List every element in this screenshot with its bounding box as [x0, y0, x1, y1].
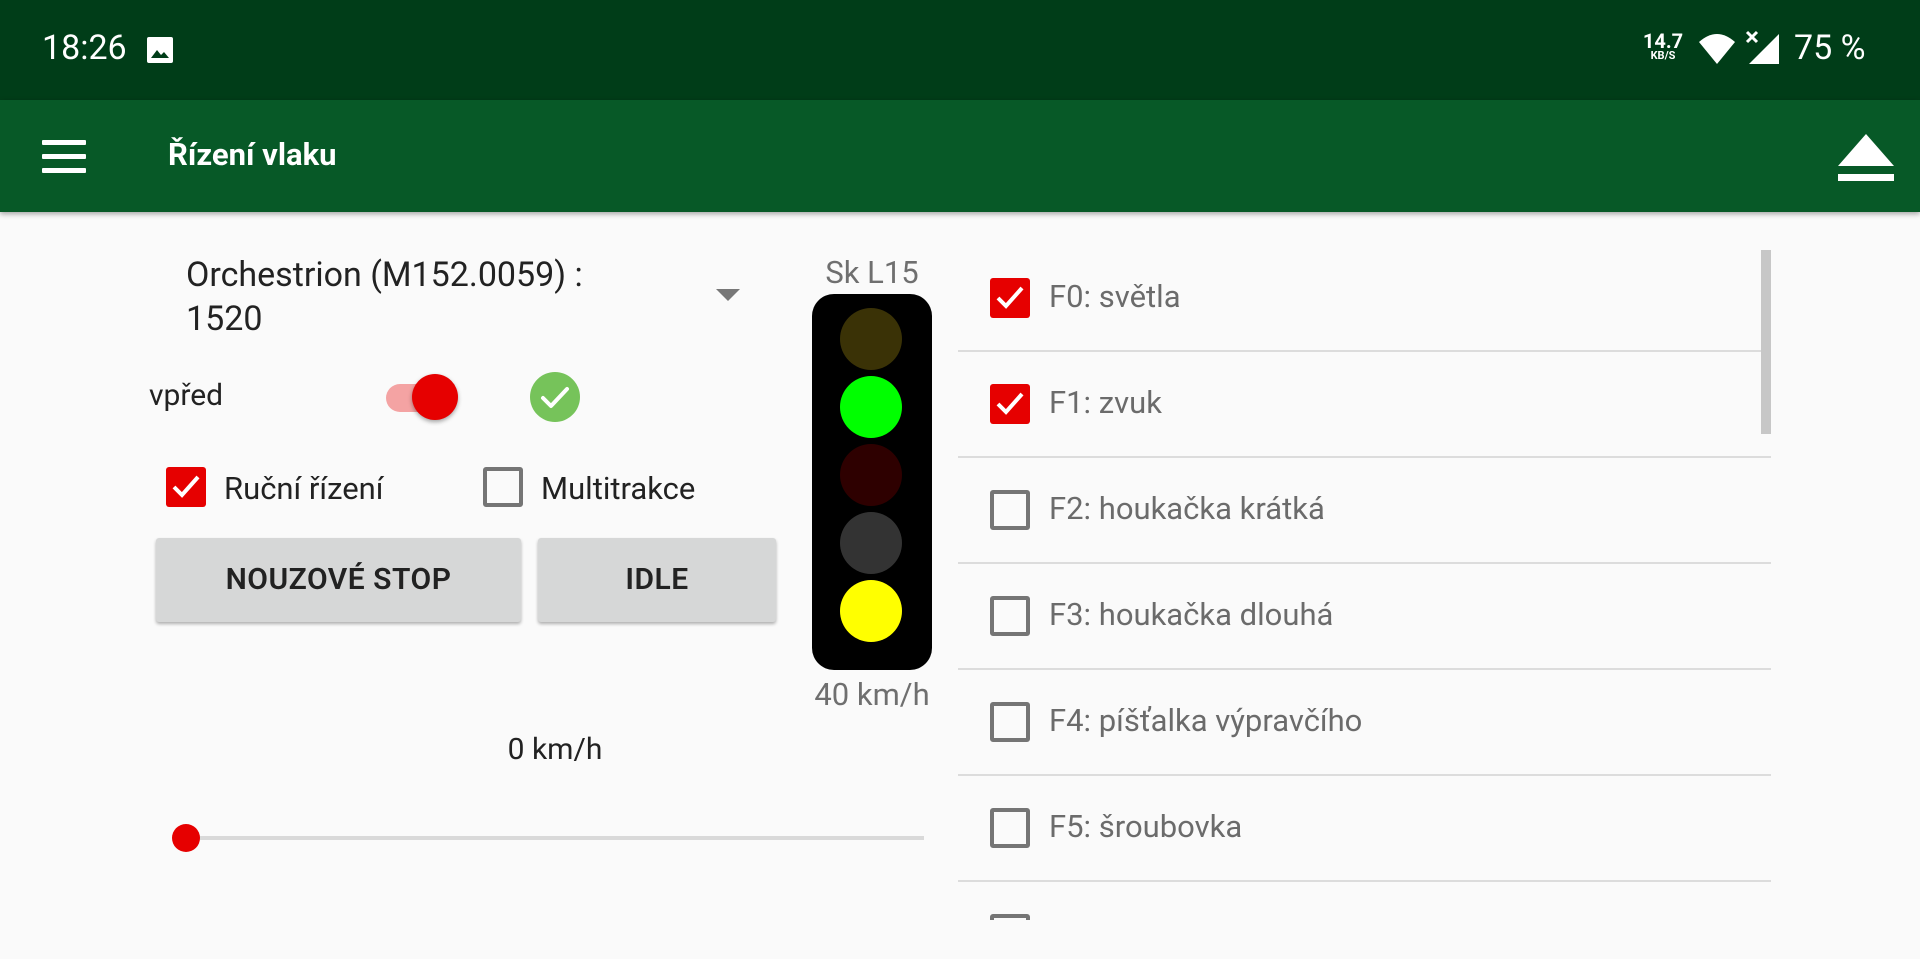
function-list: F0: světla F1: zvuk F2: houkačka krátká …	[958, 248, 1771, 920]
direction-label: vpřed	[149, 378, 224, 413]
function-row-f2[interactable]: F2: houkačka krátká	[958, 460, 1771, 564]
speed-slider[interactable]	[172, 820, 924, 860]
check-icon	[172, 475, 200, 498]
check-icon	[996, 286, 1024, 309]
signal-name: Sk L15	[825, 254, 919, 291]
slider-knob[interactable]	[172, 824, 200, 852]
function-row-f1[interactable]: F1: zvuk	[958, 354, 1771, 458]
slider-rail	[186, 836, 924, 840]
cell-signal-icon	[1745, 30, 1779, 64]
function-label: F1: zvuk	[1049, 384, 1162, 421]
dropdown-arrow-icon	[716, 289, 740, 301]
app-bar: Řízení vlaku	[0, 100, 1920, 212]
function-checkbox[interactable]	[990, 596, 1030, 636]
idle-button[interactable]: IDLE	[538, 538, 776, 622]
status-time: 18:26	[42, 28, 127, 68]
function-row-f4[interactable]: F4: píšťalka výpravčího	[958, 672, 1771, 776]
signal-lamp-2	[840, 376, 902, 438]
function-row-f0[interactable]: F0: světla	[958, 248, 1771, 352]
function-checkbox[interactable]	[990, 490, 1030, 530]
status-bar: 18:26 14.7 KB/S 75 %	[0, 0, 1920, 100]
check-icon	[996, 392, 1024, 415]
signal-lamps	[812, 294, 932, 670]
function-checkbox[interactable]	[990, 702, 1030, 742]
check-circle-icon	[530, 372, 580, 422]
function-label: F2: houkačka krátká	[1049, 490, 1325, 527]
manual-control-checkbox[interactable]	[166, 467, 206, 507]
signal-speed: 40 km/h	[814, 676, 930, 713]
function-label: F5: šroubovka	[1049, 808, 1243, 845]
function-checkbox[interactable]	[990, 278, 1030, 318]
locomotive-selected: Orchestrion (M152.0059) : 1520	[186, 255, 583, 339]
function-checkbox[interactable]	[990, 914, 1030, 920]
function-row-f3[interactable]: F3: houkačka dlouhá	[958, 566, 1771, 670]
speed-value: 0 km/h	[507, 732, 603, 767]
function-label: F4: píšťalka výpravčího	[1049, 702, 1363, 739]
multitraction-label: Multitrakce	[541, 470, 696, 507]
eject-icon[interactable]	[1830, 128, 1902, 188]
multitraction-checkbox[interactable]	[483, 467, 523, 507]
function-row-partial[interactable]	[958, 884, 1771, 920]
function-list-scrollbar[interactable]	[1761, 250, 1771, 434]
function-row-f5[interactable]: F5: šroubovka	[958, 778, 1771, 882]
function-label: F0: světla	[1049, 278, 1181, 315]
manual-control-label: Ruční řízení	[224, 470, 384, 507]
function-checkbox[interactable]	[990, 808, 1030, 848]
function-checkbox[interactable]	[990, 384, 1030, 424]
hamburger-menu-icon[interactable]	[30, 126, 98, 186]
battery-level: 75 %	[1794, 28, 1866, 68]
function-label: F3: houkačka dlouhá	[1049, 596, 1334, 633]
signal-lamp-1	[840, 308, 902, 370]
signal-lamp-4	[840, 512, 902, 574]
signal-lamp-5	[840, 580, 902, 642]
signal-lamp-3	[840, 444, 902, 506]
image-icon	[147, 37, 173, 63]
switch-thumb	[412, 374, 458, 420]
net-speed: 14.7 KB/S	[1642, 31, 1684, 62]
emergency-stop-button[interactable]: NOUZOVÉ STOP	[156, 538, 521, 622]
locomotive-dropdown[interactable]: Orchestrion (M152.0059) : 1520	[186, 253, 756, 343]
page-title: Řízení vlaku	[168, 136, 337, 173]
wifi-icon	[1699, 34, 1735, 64]
direction-switch[interactable]	[384, 372, 464, 422]
